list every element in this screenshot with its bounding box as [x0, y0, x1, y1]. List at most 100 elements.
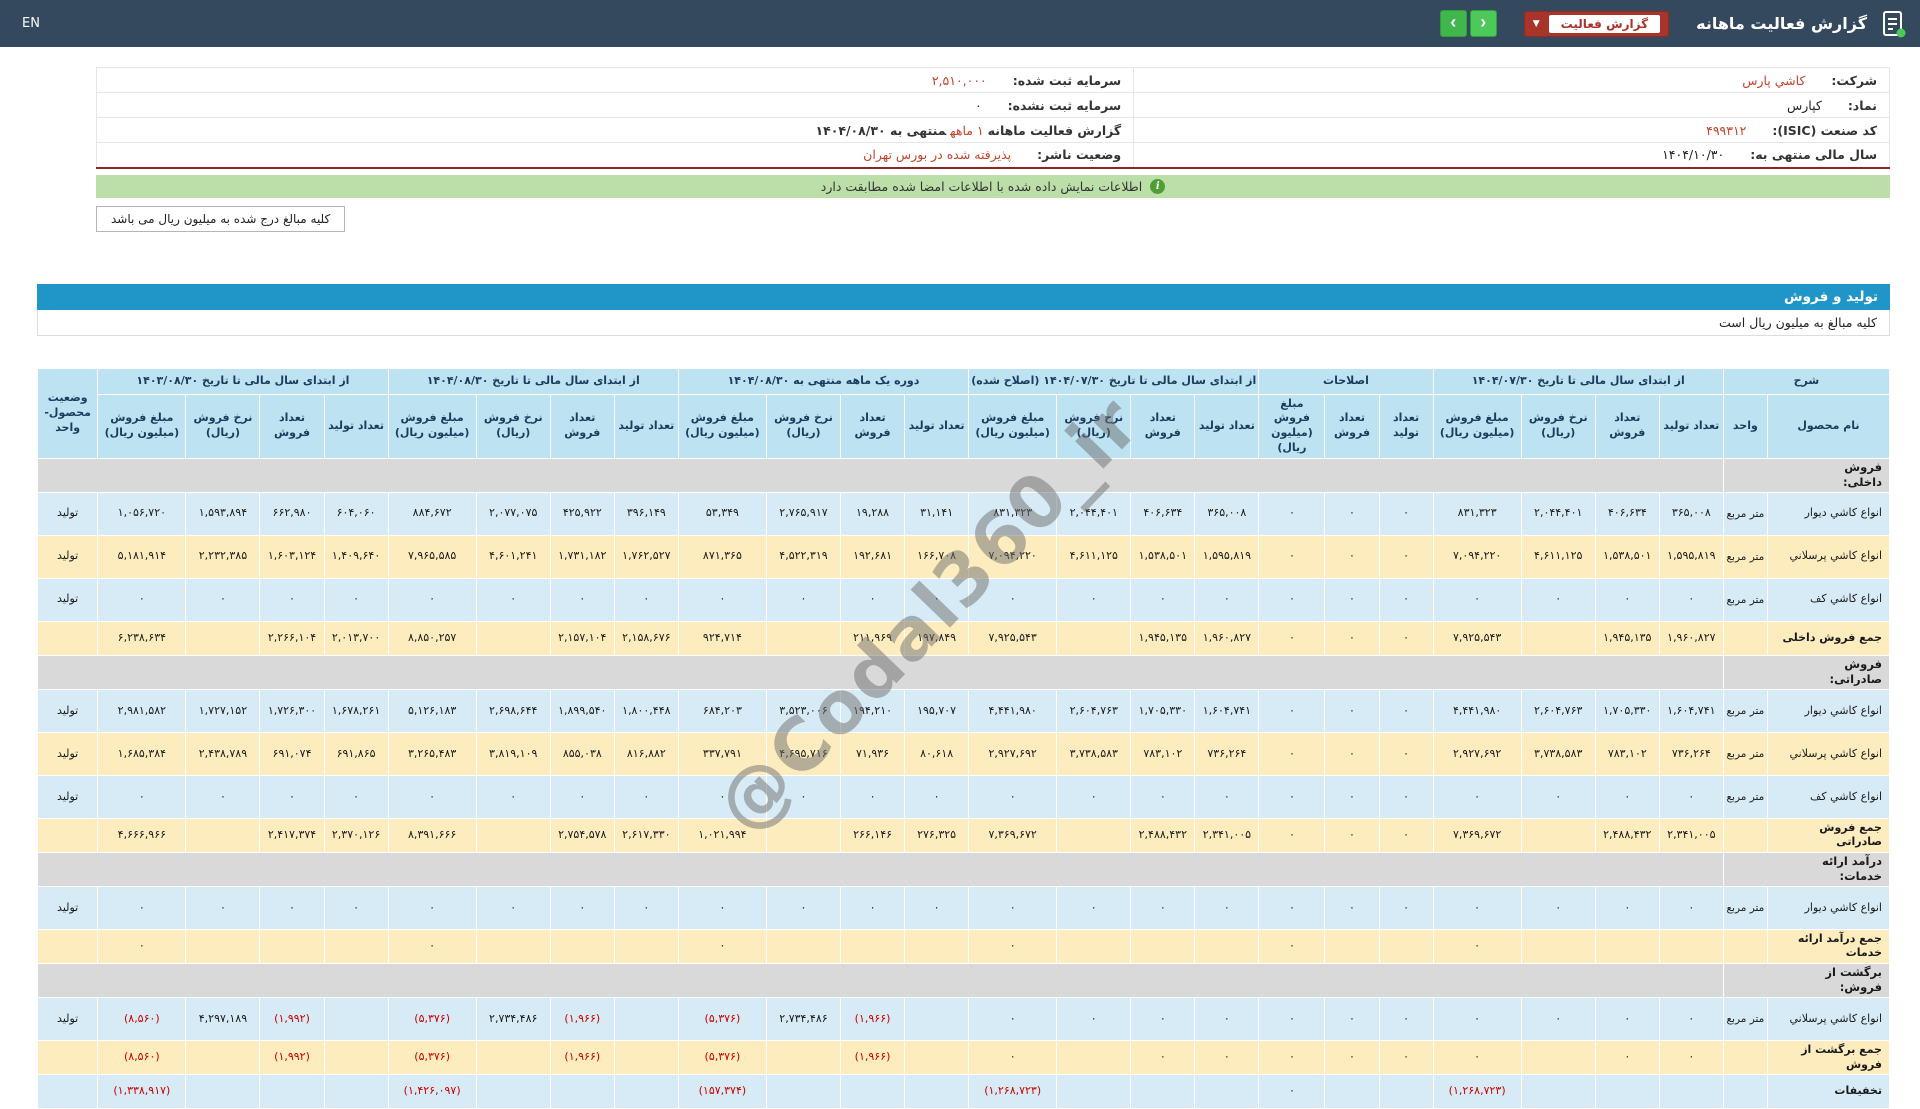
value-cell: ۰ [324, 578, 388, 621]
value-cell: ۰ [1379, 886, 1433, 929]
value-cell: ۲,۹۲۷,۶۹۲ [1433, 732, 1521, 775]
value-cell: ۶۶۲,۹۸۰ [260, 492, 324, 535]
company-info-section: شرکت:کاشي پارسسرمایه ثبت شده:۲,۵۱۰,۰۰۰ نم… [96, 67, 1890, 232]
value-cell: ۲,۷۵۴,۵۷۸ [550, 818, 614, 852]
value-cell: ۰ [1521, 998, 1595, 1041]
value-cell: ۱,۰۲۱,۹۹۴ [678, 818, 766, 852]
unit-cell: متر مربع [1723, 775, 1767, 818]
next-report-button[interactable]: › [1470, 10, 1497, 37]
value-cell: ۱,۷۳۱,۱۸۲ [550, 535, 614, 578]
value-cell: ۷,۹۲۵,۵۴۳ [969, 621, 1057, 655]
value-cell: ۰ [1379, 578, 1433, 621]
value-cell: ۴۰۶,۶۳۴ [1595, 492, 1659, 535]
value-cell: ۰ [1325, 621, 1379, 655]
value-cell: ۰ [1259, 886, 1325, 929]
value-cell: ۰ [1595, 998, 1659, 1041]
value-cell: ۶,۲۳۸,۶۳۴ [98, 621, 186, 655]
value-cell: ۴,۶۱۱,۱۲۵ [1521, 535, 1595, 578]
value-cell: ۸۰,۶۱۸ [905, 732, 969, 775]
info-value: ۱ ماهه [950, 123, 984, 138]
column-header: تعداد تولید [905, 394, 969, 458]
value-cell: ۲۶۶,۱۴۶ [841, 818, 905, 852]
value-cell: ۰ [186, 775, 260, 818]
value-cell: ۰ [678, 929, 766, 963]
value-cell: ۳,۸۱۹,۱۰۹ [476, 732, 550, 775]
info-label: نماد: [1848, 98, 1877, 113]
value-cell: ۰ [766, 775, 840, 818]
signature-notice: i اطلاعات نمایش داده شده با اطلاعات امضا… [96, 175, 1890, 198]
value-cell: ۲,۰۴۴,۴۰۱ [1057, 492, 1131, 535]
value-cell: ۰ [1259, 492, 1325, 535]
section-filler [38, 655, 1724, 689]
product-name-header: نام محصول [1767, 394, 1889, 458]
value-cell: ۱,۶۰۴,۷۴۱ [1195, 689, 1259, 732]
status-cell: تولید [38, 732, 98, 775]
value-cell: (۸,۵۶۰) [98, 1041, 186, 1075]
language-toggle[interactable]: EN [14, 16, 48, 31]
value-cell: ۲,۶۹۸,۶۴۴ [476, 689, 550, 732]
value-cell [1379, 929, 1433, 963]
value-cell: ۸۸۴,۶۷۲ [388, 492, 476, 535]
value-cell: ۲,۶۰۴,۷۶۳ [1057, 689, 1131, 732]
table-row: انواع کاشي پرسلانيمتر مربع۱,۵۹۵,۸۱۹۱,۵۳۸… [38, 535, 1890, 578]
value-cell [476, 621, 550, 655]
value-cell: ۱,۹۶۰,۸۲۷ [1659, 621, 1723, 655]
info-cell-right: سال مالی منتهی به:۱۴۰۴/۱۰/۳۰ [1134, 143, 1890, 168]
table-row: جمع فروش صادراتی۲,۳۴۱,۰۰۵۲,۴۸۸,۴۳۲۷,۳۶۹,… [38, 818, 1890, 852]
value-cell: ۱,۶۷۸,۲۶۱ [324, 689, 388, 732]
value-cell [1131, 929, 1195, 963]
value-cell: ۱,۷۶۲,۵۲۷ [614, 535, 678, 578]
value-cell: ۰ [1433, 775, 1521, 818]
value-cell: ۵,۱۲۶,۱۸۳ [388, 689, 476, 732]
value-cell: ۲,۷۳۴,۴۸۶ [476, 998, 550, 1041]
value-cell: ۲,۳۷۰,۱۲۶ [324, 818, 388, 852]
value-cell: ۷,۹۲۵,۵۴۳ [1433, 621, 1521, 655]
value-cell: ۰ [476, 886, 550, 929]
unit-cell: متر مربع [1723, 998, 1767, 1041]
value-cell: ۰ [1433, 929, 1521, 963]
info-cell-left: وضعیت ناشر:پذیرفته شده در بورس تهران [97, 143, 1134, 168]
status-cell: تولید [38, 535, 98, 578]
product-name-cell: انواع کاشي کف [1767, 578, 1889, 621]
value-cell: ۲,۶۰۴,۷۶۳ [1521, 689, 1595, 732]
value-cell: ۳۱,۱۴۱ [905, 492, 969, 535]
column-header: نرخ فروش (ریال) [1521, 394, 1595, 458]
value-cell: (۱,۹۶۶) [841, 1041, 905, 1075]
column-header: تعداد فروش [1595, 394, 1659, 458]
column-header: نرخ فروش (ریال) [1057, 394, 1131, 458]
value-cell: ۰ [1325, 492, 1379, 535]
value-cell: ۰ [324, 886, 388, 929]
value-cell: ۱,۵۹۵,۸۱۹ [1195, 535, 1259, 578]
section-title-bar: تولید و فروش [37, 284, 1890, 310]
section-row: فروش داخلی: [38, 458, 1890, 492]
section-filler [38, 852, 1724, 886]
value-cell [476, 929, 550, 963]
value-cell: ۰ [614, 775, 678, 818]
value-cell [1325, 929, 1379, 963]
value-cell: (۱,۹۹۲) [260, 998, 324, 1041]
previous-report-button[interactable]: ‹ [1440, 10, 1467, 37]
report-type-dropdown[interactable]: گزارش فعالیت ▼ [1524, 11, 1669, 37]
value-cell: ۱,۵۳۸,۵۰۱ [1595, 535, 1659, 578]
column-header: تعداد تولید [1379, 394, 1433, 458]
value-cell: ۰ [1195, 998, 1259, 1041]
unit-cell: متر مربع [1723, 578, 1767, 621]
value-cell: ۷۸۳,۱۰۲ [1131, 732, 1195, 775]
prod-table-body: فروش داخلی:انواع کاشي ديوارمتر مربع۳۶۵,۰… [38, 458, 1890, 1108]
product-name-cell: انواع کاشي پرسلاني [1767, 535, 1889, 578]
value-cell: ۰ [1259, 929, 1325, 963]
value-cell: ۰ [905, 886, 969, 929]
value-cell: ۰ [1325, 732, 1379, 775]
info-label: گزارش فعالیت ماهانه [988, 123, 1122, 138]
group-header: از ابتدای سال مالی تا تاریخ ۱۴۰۴/۰۷/۳۰ (… [969, 368, 1259, 394]
info-row: شرکت:کاشي پارسسرمایه ثبت شده:۲,۵۱۰,۰۰۰ [97, 68, 1890, 93]
value-cell: ۲۱۱,۹۶۹ [841, 621, 905, 655]
value-cell: ۰ [969, 998, 1057, 1041]
table-row: جمع فروش داخلی۱,۹۶۰,۸۲۷۱,۹۴۵,۱۳۵۷,۹۲۵,۵۴… [38, 621, 1890, 655]
section-label-text: فروش داخلی: [1808, 460, 1882, 491]
chevron-down-icon: ▼ [1533, 19, 1540, 29]
chevron-left-icon: ‹ [1450, 13, 1456, 31]
value-cell: ۰ [614, 578, 678, 621]
info-label: کد صنعت (ISIC): [1772, 123, 1877, 138]
value-cell: ۰ [260, 886, 324, 929]
